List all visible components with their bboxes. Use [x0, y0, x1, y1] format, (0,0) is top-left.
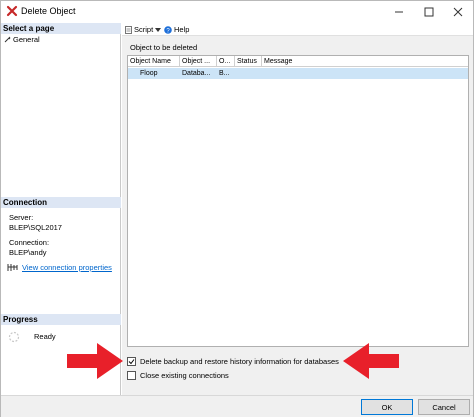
connection-header: Connection — [1, 197, 121, 208]
delete-x-icon — [6, 5, 18, 17]
select-page-header: Select a page — [1, 23, 121, 34]
toolbar: Script ? Help — [122, 23, 473, 36]
connection-value: BLEP\andy — [9, 248, 47, 257]
connection-label: Connection: — [9, 238, 50, 247]
dialog-footer: OK Cancel — [1, 395, 473, 417]
script-label: Script — [134, 25, 154, 34]
grid-header: Object Name Object ... O... Status Messa… — [128, 56, 468, 67]
column-header-object-type[interactable]: Object ... — [180, 56, 217, 67]
checkmark-icon — [128, 359, 135, 365]
option-delete-backup-history[interactable]: Delete backup and restore history inform… — [127, 357, 339, 366]
connection-plug-icon — [7, 264, 18, 271]
cell-status — [235, 68, 262, 79]
red-arrow-right-icon — [67, 343, 123, 379]
minimize-icon — [395, 11, 403, 13]
close-button[interactable] — [443, 1, 473, 23]
objects-to-delete-label: Object to be deleted — [130, 43, 198, 52]
close-icon — [453, 7, 463, 17]
objects-grid[interactable]: Object Name Object ... O... Status Messa… — [127, 55, 469, 347]
minimize-button[interactable] — [384, 1, 414, 23]
main-panel: Script ? Help Object to be deleted Objec… — [122, 23, 473, 395]
ok-button[interactable]: OK — [361, 399, 413, 415]
script-button[interactable]: Script — [125, 25, 162, 34]
cell-message — [262, 68, 468, 79]
maximize-button[interactable] — [414, 1, 444, 23]
cell-object-name: Floop — [140, 70, 158, 77]
cancel-button[interactable]: Cancel — [418, 399, 470, 415]
column-header-object-name[interactable]: Object Name — [128, 56, 180, 67]
title-bar: Delete Object — [1, 1, 473, 23]
help-button[interactable]: ? Help — [164, 25, 189, 34]
delete-backup-history-label[interactable]: Delete backup and restore history inform… — [140, 357, 339, 366]
sidebar-item-general[interactable]: General — [4, 35, 40, 44]
server-label: Server: — [9, 213, 34, 222]
red-arrow-left-icon — [343, 343, 399, 379]
view-connection-properties-link[interactable]: View connection properties — [22, 263, 112, 272]
progress-spinner-icon — [8, 331, 20, 343]
help-label: Help — [174, 25, 190, 34]
progress-header: Progress — [1, 314, 121, 325]
sidebar-item-label: General — [13, 35, 40, 44]
progress-status: Ready — [34, 332, 56, 341]
script-icon — [125, 25, 132, 34]
maximize-icon — [424, 7, 434, 17]
column-header-status[interactable]: Status — [235, 56, 262, 67]
wrench-icon — [4, 36, 11, 43]
cell-owner: B... — [219, 70, 230, 77]
window-title: Delete Object — [21, 6, 76, 16]
server-value: BLEP\SQL2017 — [9, 223, 62, 232]
view-connection-properties[interactable]: View connection properties — [7, 263, 112, 272]
sidebar: Select a page General Connection Server:… — [1, 23, 121, 395]
chevron-down-icon[interactable] — [155, 27, 162, 32]
close-connections-checkbox[interactable] — [127, 371, 136, 380]
column-header-message[interactable]: Message — [262, 56, 468, 67]
close-connections-label[interactable]: Close existing connections — [140, 371, 229, 380]
help-icon: ? — [164, 25, 172, 34]
delete-object-dialog: Delete Object Select a page General Conn… — [0, 0, 474, 417]
delete-backup-history-checkbox[interactable] — [127, 357, 136, 366]
table-row[interactable]: Floop Databa... B... — [128, 68, 468, 79]
option-close-connections[interactable]: Close existing connections — [127, 371, 229, 380]
cell-object-type: Databa... — [182, 70, 211, 77]
column-header-owner[interactable]: O... — [217, 56, 235, 67]
